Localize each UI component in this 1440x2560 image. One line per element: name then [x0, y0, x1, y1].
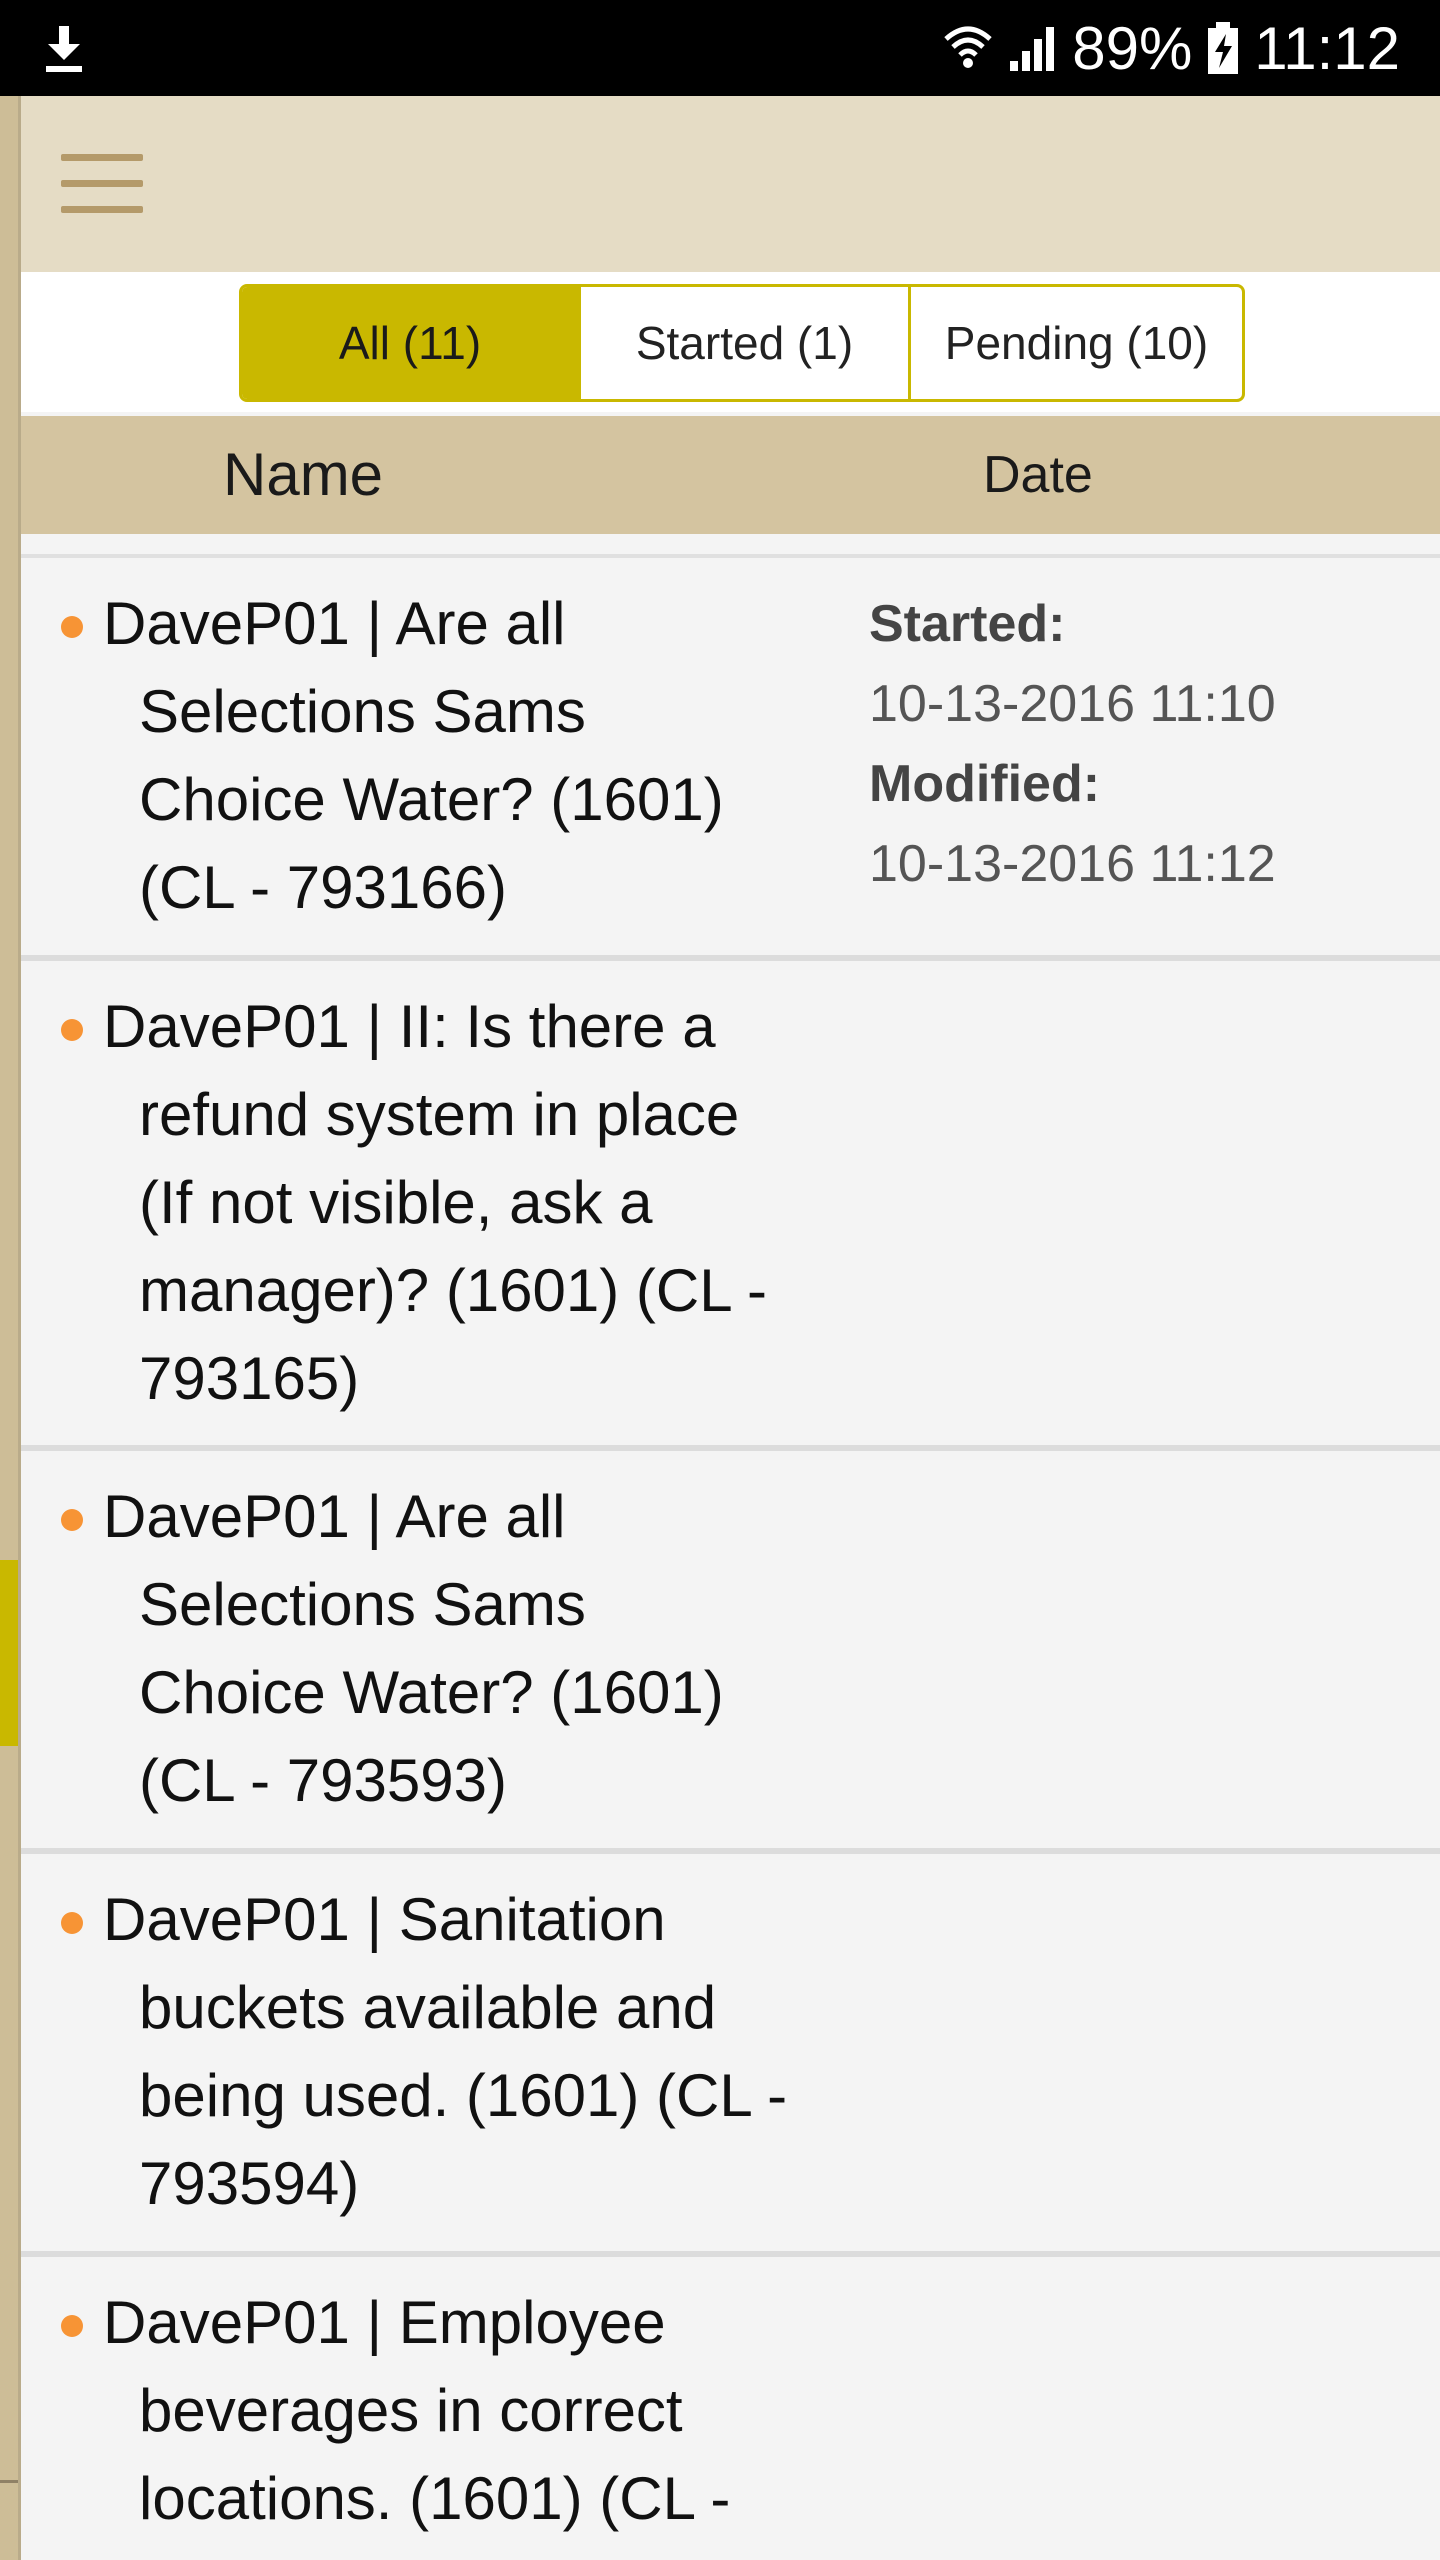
list-item-title: DaveP01 | II: Is there a refund system i… — [103, 983, 843, 1423]
title-line: (CL - 793593) — [139, 1747, 507, 1814]
list-item-dates: Started: 10-13-2016 11:10 Modified: 10-1… — [869, 584, 1429, 904]
list-item-title: DaveP01 | Are all Selections Sams Choice… — [103, 1473, 843, 1825]
title-line: locations. (1601) (CL - — [139, 2465, 731, 2532]
list-item-title: DaveP01 | Employee beverages in correct … — [103, 2279, 843, 2543]
column-header-name[interactable]: Name — [223, 416, 383, 534]
started-label: Started: — [869, 595, 1066, 653]
column-header-date[interactable]: Date — [983, 416, 1093, 534]
drawer-divider — [0, 2480, 18, 2483]
title-line: DaveP01 | Are all — [103, 1483, 566, 1550]
list-item[interactable]: DaveP01 | Sanitation buckets available a… — [21, 1854, 1440, 2257]
title-line: manager)? (1601) (CL - — [139, 1257, 768, 1324]
title-line: refund system in place — [139, 1081, 740, 1148]
title-line: 793165) — [139, 1345, 360, 1412]
wifi-icon — [944, 26, 992, 68]
status-bullet-icon — [61, 2315, 83, 2337]
title-line: Choice Water? (1601) — [139, 1659, 724, 1726]
title-line: Choice Water? (1601) — [139, 766, 724, 833]
filter-pending-button[interactable]: Pending (10) — [908, 287, 1242, 399]
title-line: Selections Sams — [139, 1571, 586, 1638]
title-line: DaveP01 | Employee — [103, 2289, 666, 2356]
list-item[interactable]: DaveP01 | Are all Selections Sams Choice… — [21, 1451, 1440, 1854]
status-right-group: 89% 11:12 — [942, 0, 1400, 96]
modified-label: Modified: — [869, 755, 1101, 813]
task-list: DaveP01 | Are all Selections Sams Choice… — [21, 534, 1440, 2560]
main-panel: All (11) Started (1) Pending (10) Name D… — [18, 96, 1440, 2560]
battery-charging-icon — [1208, 22, 1239, 74]
status-bullet-icon — [61, 616, 83, 638]
filter-started-button[interactable]: Started (1) — [578, 287, 908, 399]
title-line: being used. (1601) (CL - — [139, 2062, 788, 2129]
modified-value: 10-13-2016 11:12 — [869, 835, 1276, 893]
status-bullet-icon — [61, 1019, 83, 1041]
title-line: 793594) — [139, 2150, 360, 2217]
title-line: DaveP01 | II: Is there a — [103, 993, 716, 1060]
title-line: buckets available and — [139, 1974, 717, 2041]
status-bar: 89% 11:12 — [0, 0, 1440, 96]
list-item[interactable]: DaveP01 | II: Is there a refund system i… — [21, 961, 1440, 1451]
clock: 11:12 — [1254, 14, 1400, 82]
started-value: 10-13-2016 11:10 — [869, 675, 1276, 733]
drawer-edge — [0, 96, 18, 2560]
signal-icon — [1010, 27, 1055, 71]
filter-strip: All (11) Started (1) Pending (10) — [21, 272, 1440, 412]
status-bullet-icon — [61, 1912, 83, 1934]
title-line: DaveP01 | Sanitation — [103, 1886, 666, 1953]
list-item-title: DaveP01 | Sanitation buckets available a… — [103, 1876, 843, 2228]
table-header: Name Date — [21, 416, 1440, 534]
download-icon — [46, 26, 82, 72]
filter-segmented-control: All (11) Started (1) Pending (10) — [239, 284, 1245, 402]
status-bullet-icon — [61, 1509, 83, 1531]
battery-percent: 89% — [1072, 14, 1193, 82]
title-line: Selections Sams — [139, 678, 586, 745]
list-top-divider — [21, 534, 1440, 558]
list-item[interactable]: DaveP01 | Employee beverages in correct … — [21, 2257, 1440, 2560]
title-line: (If not visible, ask a — [139, 1169, 653, 1236]
title-line: beverages in correct — [139, 2377, 683, 2444]
drawer-accent — [0, 1560, 18, 1746]
list-item[interactable]: DaveP01 | Are all Selections Sams Choice… — [21, 558, 1440, 961]
filter-all-button[interactable]: All (11) — [242, 287, 578, 399]
title-line: (CL - 793166) — [139, 854, 507, 921]
hamburger-menu-icon[interactable] — [61, 152, 143, 214]
title-line: DaveP01 | Are all — [103, 590, 566, 657]
app-bar — [21, 96, 1440, 272]
list-item-title: DaveP01 | Are all Selections Sams Choice… — [103, 580, 843, 932]
